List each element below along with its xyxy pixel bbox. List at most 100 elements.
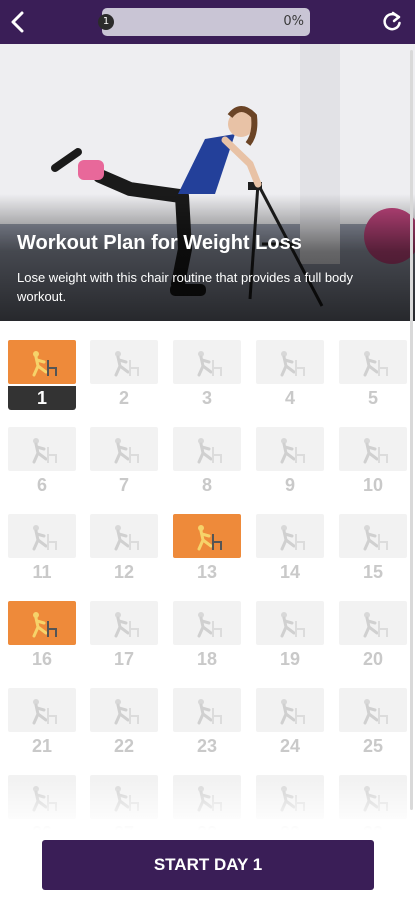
day-thumbnail [256, 601, 324, 645]
plan-description: Lose weight with this chair routine that… [17, 270, 354, 304]
day-item[interactable]: 10 [339, 427, 407, 497]
exercise-figure-icon [280, 525, 305, 551]
day-number: 18 [196, 649, 218, 669]
day-item[interactable]: 23 [173, 688, 241, 758]
day-item[interactable]: 24 [256, 688, 324, 758]
exercise-figure-icon [197, 525, 222, 551]
exercise-figure-icon [32, 438, 57, 464]
exercise-figure-icon [197, 351, 222, 377]
day-item[interactable]: 11 [8, 514, 76, 584]
day-number: 10 [362, 475, 384, 495]
day-item[interactable]: 15 [339, 514, 407, 584]
hero-banner: Workout Plan for Weight Loss Lose weight… [0, 44, 415, 321]
exercise-figure-icon [280, 351, 305, 377]
day-number: 25 [362, 736, 384, 756]
day-number: 20 [362, 649, 384, 669]
day-number: 22 [113, 736, 135, 756]
exercise-figure-icon [114, 438, 139, 464]
exercise-figure-icon [280, 612, 305, 638]
exercise-figure-icon [363, 699, 388, 725]
day-thumbnail [256, 514, 324, 558]
exercise-figure-icon [197, 438, 222, 464]
day-thumbnail [8, 688, 76, 732]
day-item[interactable]: 1 [8, 340, 76, 410]
day-item[interactable]: 22 [90, 688, 158, 758]
day-item[interactable]: 19 [256, 601, 324, 671]
day-item[interactable]: 6 [8, 427, 76, 497]
day-item[interactable]: 7 [90, 427, 158, 497]
day-number: 16 [31, 649, 53, 669]
day-number: 8 [201, 475, 212, 495]
day-item[interactable]: 5 [339, 340, 407, 410]
day-thumbnail [339, 601, 407, 645]
top-bar: 1 0% [0, 0, 415, 44]
exercise-figure-icon [197, 699, 222, 725]
day-item[interactable]: 13 [173, 514, 241, 584]
day-number: 12 [113, 562, 135, 582]
day-number: 7 [118, 475, 129, 495]
day-thumbnail [90, 514, 158, 558]
exercise-figure-icon [197, 612, 222, 638]
day-number: 17 [113, 649, 135, 669]
day-number: 6 [36, 475, 47, 495]
day-number: 11 [32, 562, 52, 582]
exercise-figure-icon [32, 351, 57, 377]
day-number: 23 [196, 736, 218, 756]
day-number: 1 [8, 386, 76, 410]
refresh-button[interactable] [377, 6, 407, 38]
refresh-icon [383, 11, 401, 31]
day-item[interactable]: 9 [256, 427, 324, 497]
grid-fade-overlay [0, 780, 415, 830]
day-item[interactable]: 18 [173, 601, 241, 671]
day-thumbnail [173, 688, 241, 732]
day-thumbnail [90, 427, 158, 471]
exercise-figure-icon [363, 525, 388, 551]
day-thumbnail [339, 340, 407, 384]
day-thumbnail [256, 688, 324, 732]
day-number: 13 [196, 562, 218, 582]
scrollbar[interactable] [410, 50, 413, 810]
day-thumbnail [8, 427, 76, 471]
day-item[interactable]: 3 [173, 340, 241, 410]
day-thumbnail [8, 514, 76, 558]
day-item[interactable]: 8 [173, 427, 241, 497]
exercise-figure-icon [363, 351, 388, 377]
day-thumbnail [173, 340, 241, 384]
day-item[interactable]: 4 [256, 340, 324, 410]
current-day-badge: 1 [98, 14, 114, 30]
day-thumbnail [256, 427, 324, 471]
exercise-figure-icon [114, 612, 139, 638]
day-item[interactable]: 16 [8, 601, 76, 671]
day-item[interactable]: 12 [90, 514, 158, 584]
exercise-figure-icon [32, 699, 57, 725]
day-number: 15 [362, 562, 384, 582]
day-item[interactable]: 25 [339, 688, 407, 758]
day-thumbnail [173, 427, 241, 471]
day-thumbnail [173, 514, 241, 558]
day-number: 19 [279, 649, 301, 669]
day-item[interactable]: 20 [339, 601, 407, 671]
exercise-figure-icon [32, 612, 57, 638]
day-thumbnail [339, 514, 407, 558]
day-item[interactable]: 2 [90, 340, 158, 410]
day-thumbnail [173, 601, 241, 645]
back-arrow-icon [11, 11, 24, 33]
day-number: 24 [279, 736, 301, 756]
back-button[interactable] [4, 6, 32, 38]
workout-progress-bar: 1 0% [98, 8, 310, 36]
day-item[interactable]: 17 [90, 601, 158, 671]
day-number: 5 [367, 388, 378, 408]
start-day-button[interactable]: START DAY 1 [42, 840, 374, 890]
exercise-figure-icon [32, 525, 57, 551]
exercise-figure-icon [280, 699, 305, 725]
day-number: 3 [201, 388, 212, 408]
day-number: 9 [284, 475, 295, 495]
day-number: 2 [118, 388, 129, 408]
day-thumbnail [8, 601, 76, 645]
day-thumbnail [8, 340, 76, 384]
day-number: 21 [31, 736, 53, 756]
day-thumbnail [339, 427, 407, 471]
day-item[interactable]: 14 [256, 514, 324, 584]
exercise-figure-icon [114, 699, 139, 725]
day-item[interactable]: 21 [8, 688, 76, 758]
